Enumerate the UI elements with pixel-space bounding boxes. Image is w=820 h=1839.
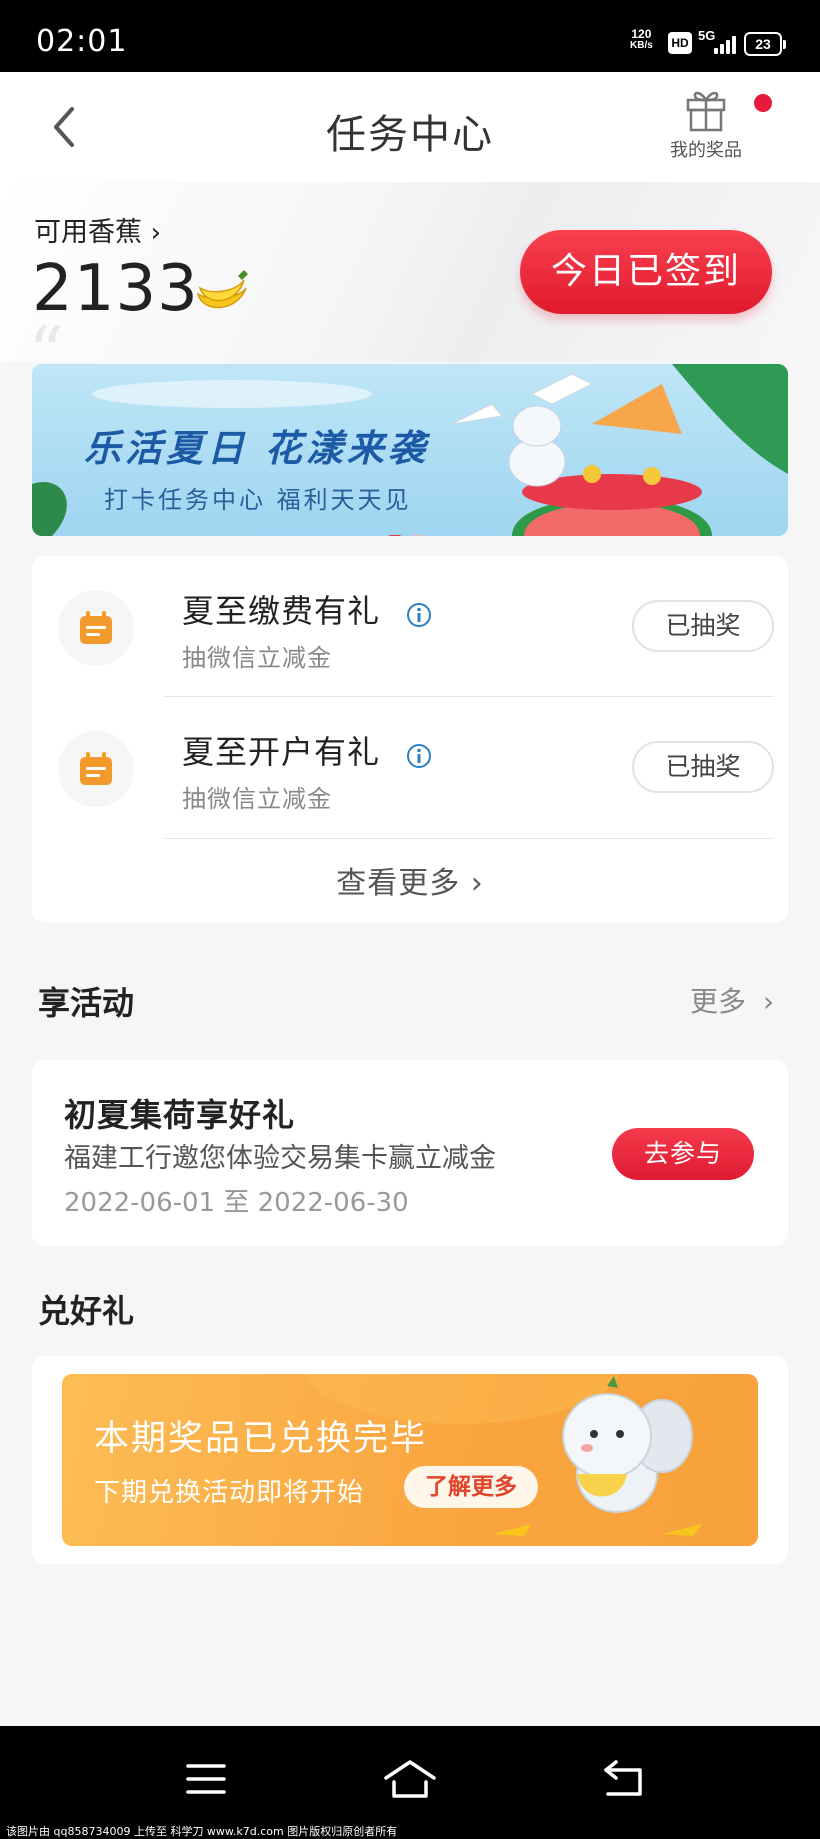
banner-title: 乐活夏日 花漾来袭 xyxy=(84,427,429,470)
notification-dot xyxy=(754,94,772,112)
task-list-card: 夏至缴费有礼 抽微信立减金 已抽奖 夏至开户有礼 抽微信立减金 已抽奖 查看更多… xyxy=(32,556,788,922)
available-bananas-label: 可用香蕉 xyxy=(34,217,142,248)
promo-banner[interactable]: 乐活夏日 花漾来袭 打卡任务中心 福利天天见 xyxy=(32,364,788,536)
battery-level: 23 xyxy=(755,36,771,52)
menu-icon xyxy=(186,1764,226,1794)
banana-count: 2133 xyxy=(32,252,199,326)
view-more-link[interactable]: 查看更多 › xyxy=(32,858,788,902)
learn-more-button[interactable]: 了解更多 xyxy=(404,1466,538,1508)
activity-description: 福建工行邀您体验交易集卡赢立减金 xyxy=(64,1143,496,1174)
network-speed: 120 KB/s xyxy=(630,28,653,52)
activity-date-range: 2022-06-01 至 2022-06-30 xyxy=(64,1188,409,1218)
task-row: 夏至缴费有礼 抽微信立减金 已抽奖 xyxy=(32,556,788,696)
banana-icon xyxy=(196,270,248,309)
app-bar: 任务中心 我的奖品 xyxy=(0,72,820,182)
task-icon xyxy=(58,731,134,807)
available-bananas-link[interactable]: 可用香蕉 › xyxy=(34,210,161,249)
chevron-right-icon: › xyxy=(470,866,484,901)
home-icon xyxy=(384,1760,436,1798)
divider xyxy=(164,838,774,839)
hd-badge: HD xyxy=(668,32,692,54)
menu-button[interactable] xyxy=(176,1754,236,1804)
calendar-icon xyxy=(80,752,112,785)
my-prizes-button[interactable]: 我的奖品 xyxy=(656,86,756,170)
banner-pagination xyxy=(388,526,429,536)
banana-summary: “ 可用香蕉 › 2133 今日已签到 xyxy=(0,182,820,362)
task-description: 抽微信立减金 xyxy=(182,785,332,813)
redeem-card: 本期奖品已兑换完毕 下期兑换活动即将开始 了解更多 xyxy=(32,1356,788,1564)
gift-icon xyxy=(686,91,726,132)
status-bar: 02:01 120 KB/s HD 5G 23 xyxy=(0,0,820,72)
redeem-title: 本期奖品已兑换完毕 xyxy=(94,1419,428,1459)
calendar-icon xyxy=(80,611,112,644)
redeem-subtitle: 下期兑换活动即将开始 xyxy=(94,1478,365,1508)
upload-watermark: 该图片由 qq858734009 上传至 科学刀 www.k7d.com 图片版… xyxy=(6,1825,398,1838)
banner-dot-active xyxy=(388,535,402,536)
drawn-button[interactable]: 已抽奖 xyxy=(632,600,774,652)
chevron-right-icon: › xyxy=(762,985,775,1018)
home-button[interactable] xyxy=(380,1754,440,1804)
activities-more-label: 更多 xyxy=(690,985,747,1018)
task-title: 夏至开户有礼 xyxy=(182,733,381,771)
network-speed-unit: KB/s xyxy=(630,40,653,51)
info-icon[interactable] xyxy=(406,743,432,769)
my-prizes-label: 我的奖品 xyxy=(670,140,742,161)
join-button[interactable]: 去参与 xyxy=(612,1128,754,1180)
task-description: 抽微信立减金 xyxy=(182,644,332,672)
redeem-banner[interactable]: 本期奖品已兑换完毕 下期兑换活动即将开始 了解更多 xyxy=(62,1374,758,1546)
activities-more-link[interactable]: 更多 › xyxy=(690,980,774,1020)
info-icon[interactable] xyxy=(406,602,432,628)
network-speed-value: 120 xyxy=(631,27,652,41)
activity-title: 初夏集荷享好礼 xyxy=(64,1096,296,1134)
task-icon xyxy=(58,590,134,666)
signed-in-button[interactable]: 今日已签到 xyxy=(520,230,772,314)
task-title: 夏至缴费有礼 xyxy=(182,592,381,630)
activities-section-title: 享活动 xyxy=(38,984,135,1022)
status-time: 02:01 xyxy=(36,24,128,59)
battery-icon: 23 xyxy=(744,32,786,56)
drawn-button[interactable]: 已抽奖 xyxy=(632,741,774,793)
redeem-section-title: 兑好礼 xyxy=(38,1292,135,1330)
signal-icon xyxy=(712,34,740,54)
chevron-right-icon: › xyxy=(150,218,161,248)
return-icon xyxy=(604,1760,642,1796)
activity-card[interactable]: 初夏集荷享好礼 福建工行邀您体验交易集卡赢立减金 2022-06-01 至 20… xyxy=(32,1060,788,1246)
banner-subtitle: 打卡任务中心 福利天天见 xyxy=(104,486,412,514)
back-nav-button[interactable] xyxy=(594,1754,654,1804)
task-row: 夏至开户有礼 抽微信立减金 已抽奖 xyxy=(32,697,788,837)
view-more-label: 查看更多 xyxy=(336,866,461,901)
banner-dot xyxy=(411,535,426,536)
